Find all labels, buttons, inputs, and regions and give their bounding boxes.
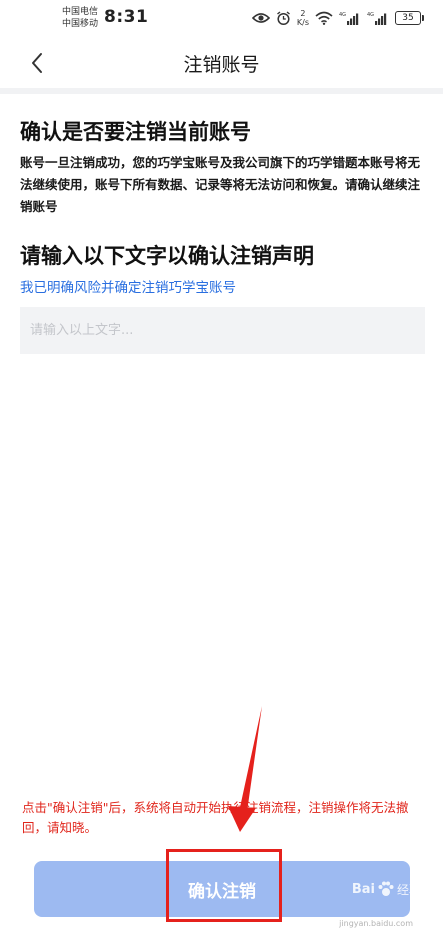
signal-bars-icon: 4G <box>339 11 361 25</box>
battery-level: 35 <box>402 13 414 23</box>
signal-bars-icon: 4G <box>367 11 389 25</box>
warning-note: 点击"确认注销"后，系统将自动开始执行注销流程，注销操作将无法撤回，请知晓。 <box>22 800 409 835</box>
main-content: 确认是否要注销当前账号 账号一旦注销成功，您的巧学宝账号及我公司旗下的巧学错题本… <box>0 94 443 794</box>
eye-icon <box>251 12 270 24</box>
status-bar: 中国电信 中国移动 8:31 2 K/s 4G 4G 35 <box>0 0 443 38</box>
confirm-phrase-text: 我已明确风险并确定注销巧学宝账号 <box>20 280 236 296</box>
confirm-section-description: 账号一旦注销成功，您的巧学宝账号及我公司旗下的巧学错题本账号将无法继续使用，账号… <box>20 155 421 214</box>
page-title: 注销账号 <box>183 54 260 76</box>
carrier-2: 中国移动 <box>62 19 99 29</box>
network-speed: 2 K/s <box>297 9 309 27</box>
confirm-deregister-button[interactable]: 确认注销 <box>34 861 410 917</box>
nav-bar: 注销账号 <box>0 38 443 88</box>
carrier-1: 中国电信 <box>62 7 99 17</box>
status-icons: 2 K/s 4G 4G 35 <box>251 8 424 28</box>
status-time: 8:31 <box>104 7 149 27</box>
confirm-text-input[interactable] <box>20 307 425 354</box>
confirm-section-title: 确认是否要注销当前账号 <box>20 120 251 144</box>
carrier-labels: 中国电信 中国移动 <box>62 6 102 30</box>
signal-1-label: 4G <box>339 12 346 18</box>
network-speed-value: 2 <box>300 9 306 18</box>
network-speed-unit: K/s <box>296 18 309 27</box>
wifi-icon <box>315 11 333 25</box>
battery-icon: 35 <box>395 11 424 25</box>
alarm-icon <box>276 10 291 26</box>
input-section-title: 请输入以下文字以确认注销声明 <box>20 244 314 268</box>
signal-2-label: 4G <box>367 12 374 18</box>
watermark-url: jingyan.baidu.com <box>339 919 413 928</box>
